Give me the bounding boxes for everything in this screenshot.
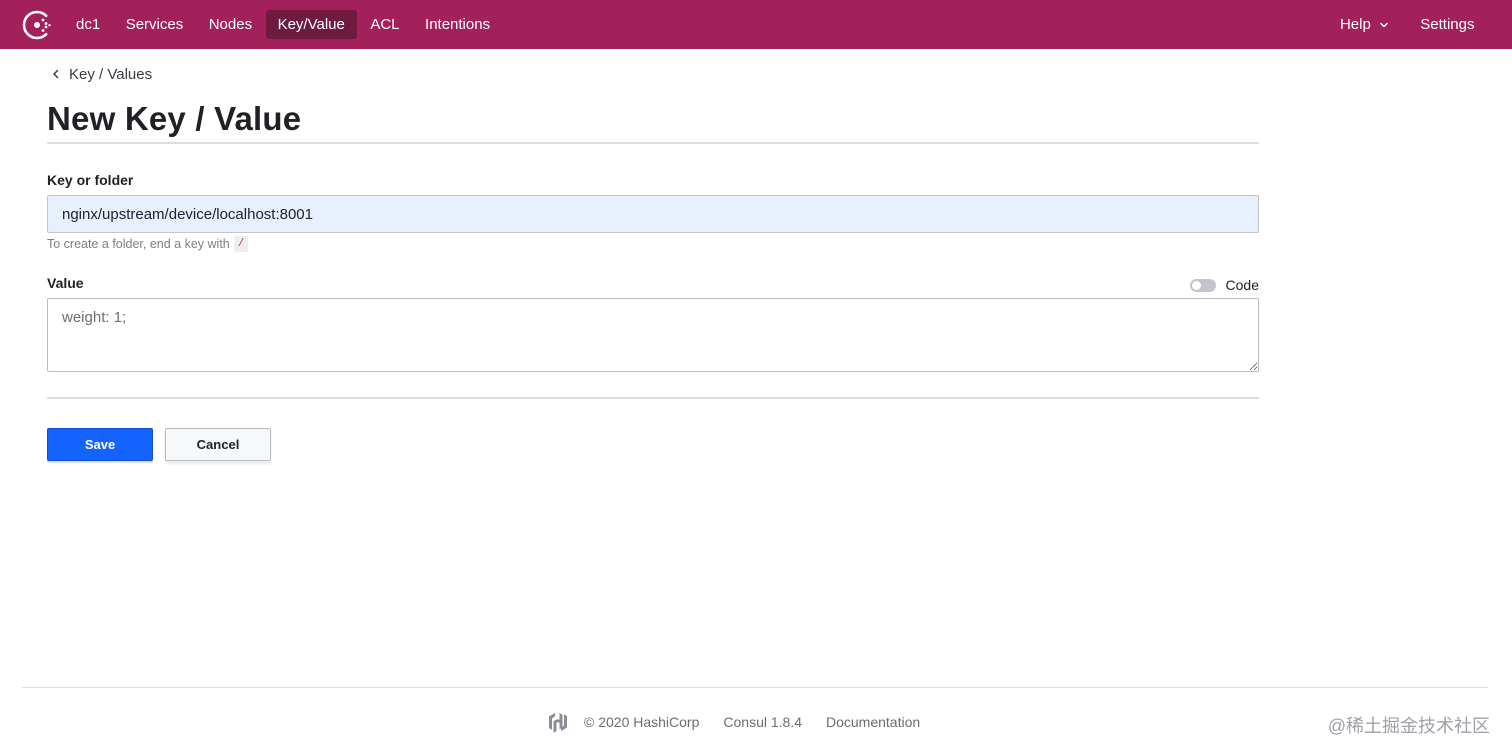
code-toggle[interactable]: Code [1189,277,1259,293]
code-toggle-knob [1191,280,1201,290]
footer-version[interactable]: Consul 1.8.4 [723,714,802,730]
watermark: @稀土掘金技术社区 [1327,716,1490,736]
help-label: Help [1339,16,1371,33]
nav-item-key-value[interactable]: Key/Value [265,10,357,39]
breadcrumb-label: Key / Values [69,65,153,83]
settings-link[interactable]: Settings [1408,10,1486,39]
footer-documentation-link[interactable]: Documentation [826,714,920,730]
form-divider [47,397,1259,399]
key-hint-text: To create a folder, end a key with [47,237,230,251]
key-hint: To create a folder, end a key with / [47,236,249,252]
key-hint-code: / [233,236,249,252]
nav-item-intentions[interactable]: Intentions [413,10,502,39]
help-menu[interactable]: Help [1328,10,1401,39]
footer: © 2020 HashiCorp Consul 1.8.4 Documentat… [547,710,920,734]
value-field-label: Value [47,275,84,291]
footer-copyright: © 2020 HashiCorp [584,714,700,730]
consul-logo-icon[interactable] [22,10,52,40]
secondary-nav: Help Settings [1322,0,1488,49]
cancel-button[interactable]: Cancel [165,428,271,461]
datacenter-selector[interactable]: dc1 [64,10,112,39]
chevron-left-icon [53,69,59,79]
value-textarea[interactable]: weight: 1; [47,298,1259,372]
footer-divider [22,687,1488,688]
nav-item-acl[interactable]: ACL [358,10,411,39]
top-navigation: dc1 Services Nodes Key/Value ACL Intenti… [0,0,1512,49]
nav-item-nodes[interactable]: Nodes [197,10,264,39]
hashicorp-logo-icon [549,713,567,733]
key-input[interactable] [47,195,1259,233]
nav-item-services[interactable]: Services [114,10,196,39]
breadcrumb[interactable]: Key / Values [50,64,152,84]
page-title: New Key / Value [47,100,302,137]
main-nav: dc1 Services Nodes Key/Value ACL Intenti… [64,0,504,49]
code-toggle-switch[interactable] [1189,278,1216,292]
code-toggle-label: Code [1225,277,1259,293]
save-button[interactable]: Save [47,428,153,461]
title-divider [47,142,1259,144]
chevron-down-icon [1380,22,1388,27]
key-field-label: Key or folder [47,172,134,188]
